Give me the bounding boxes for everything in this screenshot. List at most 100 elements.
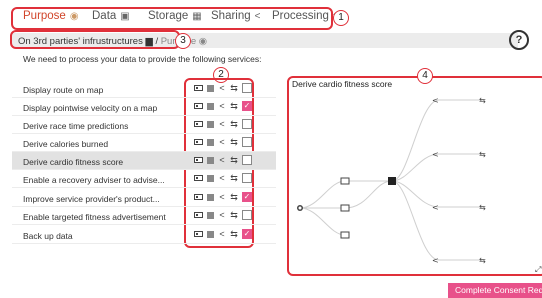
tab-processing[interactable]: Processing ⇆ (272, 10, 341, 22)
share-icon[interactable]: < (218, 230, 226, 239)
expand-icon[interactable]: ⤢ (535, 265, 541, 275)
annotation-badge-4: 4 (417, 68, 433, 84)
storage-icon[interactable] (207, 156, 214, 164)
processing-icon[interactable]: ⇆ (230, 84, 238, 93)
data-card-icon: ▣ (120, 10, 130, 22)
service-icons: < ⇆ ✓ (194, 101, 252, 111)
consent-checkbox[interactable] (242, 83, 252, 93)
processing-icon[interactable]: ⇆ (230, 174, 238, 183)
share-icon[interactable]: < (218, 102, 226, 111)
graph-node-processing-4: ⇆ (479, 256, 486, 265)
annotation-badge-3: 3 (175, 33, 191, 49)
processing-icon[interactable]: ⇆ (230, 230, 238, 239)
row-divider (12, 243, 276, 244)
storage-icon[interactable] (207, 174, 214, 182)
processing-icon[interactable]: ⇆ (230, 102, 238, 111)
consent-checkbox[interactable] (242, 119, 252, 129)
annotation-badge-1: 1 (333, 10, 349, 26)
service-row[interactable]: Enable a recovery adviser to advise... < ⇆ (12, 170, 276, 188)
storage-icon[interactable] (207, 84, 214, 92)
consent-checkbox[interactable] (242, 173, 252, 183)
data-card-icon[interactable] (194, 85, 203, 91)
tab-storage-label: Storage (148, 10, 189, 22)
data-card-icon[interactable] (194, 103, 203, 109)
share-icon[interactable]: < (218, 138, 226, 147)
processing-icon[interactable]: ⇆ (230, 120, 238, 129)
share-icon[interactable]: < (218, 174, 226, 183)
breadcrumb-root[interactable]: On 3rd parties' infrustructures (18, 36, 143, 47)
target-icon: ◉ (198, 36, 208, 47)
processing-icon[interactable]: ⇆ (230, 193, 238, 202)
processing-icon[interactable]: ⇆ (230, 156, 238, 165)
service-icons: < ⇆ (194, 83, 252, 93)
service-row[interactable]: Derive race time predictions < ⇆ (12, 116, 276, 134)
service-label: Improve service provider's product... (23, 194, 160, 204)
tab-bar: Purpose ◉ Data ▣ Storage ▦ Sharing < Pro… (0, 0, 542, 34)
share-icon[interactable]: < (218, 156, 226, 165)
share-icon: < (254, 10, 261, 22)
storage-icon[interactable] (207, 230, 214, 238)
share-icon[interactable]: < (218, 193, 226, 202)
tab-data-label: Data (92, 10, 117, 22)
share-icon[interactable]: < (218, 120, 226, 129)
consent-checkbox[interactable] (242, 210, 252, 220)
data-card-icon[interactable] (194, 121, 203, 127)
consent-checkbox[interactable] (242, 155, 252, 165)
complete-consent-button[interactable]: Complete Consent Request (448, 283, 542, 298)
service-label: Enable a recovery adviser to advise... (23, 175, 165, 185)
data-card-icon[interactable] (194, 175, 203, 181)
data-card-icon[interactable] (194, 212, 203, 218)
graph-node-processing-1: ⇆ (479, 96, 486, 105)
service-row[interactable]: Back up data < ⇆ ✓ (12, 226, 276, 244)
consent-checkbox[interactable] (242, 137, 252, 147)
tab-data[interactable]: Data ▣ (92, 10, 130, 22)
graph-node-share-3: < (432, 203, 439, 212)
service-row[interactable]: Display route on map < ⇆ (12, 80, 276, 98)
service-row[interactable]: Derive cardio fitness score < ⇆ (12, 152, 276, 170)
data-card-icon[interactable] (194, 231, 203, 237)
consent-checkbox[interactable]: ✓ (242, 192, 252, 202)
storage-icon[interactable] (207, 138, 214, 146)
service-label: Display route on map (23, 85, 104, 95)
storage-icon[interactable] (207, 193, 214, 201)
storage-icon[interactable] (207, 102, 214, 110)
processing-icon[interactable]: ⇆ (230, 138, 238, 147)
service-row[interactable]: Derive calories burned < ⇆ (12, 134, 276, 152)
graph-node-processing-2: ⇆ (479, 150, 486, 159)
tab-purpose[interactable]: Purpose ◉ (23, 10, 79, 22)
processing-icon[interactable]: ⇆ (230, 211, 238, 220)
graph-node-data-1 (340, 177, 350, 185)
tab-processing-label: Processing (272, 10, 329, 22)
share-icon[interactable]: < (218, 211, 226, 220)
graph-title: Derive cardio fitness score (292, 79, 393, 89)
help-icon[interactable]: ? (509, 30, 529, 50)
service-icons: < ⇆ (194, 155, 252, 165)
service-row[interactable]: Improve service provider's product... < ⇆ ✓ (12, 189, 276, 207)
storage-icon[interactable] (207, 211, 214, 219)
share-icon[interactable]: < (218, 84, 226, 93)
graph-node-share-4: < (432, 256, 439, 265)
data-card-icon[interactable] (194, 157, 203, 163)
consent-checkbox[interactable]: ✓ (242, 101, 252, 111)
tab-storage[interactable]: Storage ▦ (148, 10, 202, 22)
storage-icon: ▦ (192, 10, 202, 22)
service-row[interactable]: Enable targeted fitness advertisement < ⇆ (12, 207, 276, 225)
service-icons: < ⇆ ✓ (194, 229, 252, 239)
graph-node-storage (388, 177, 396, 185)
data-card-icon[interactable] (194, 194, 203, 200)
storage-icon[interactable] (207, 120, 214, 128)
data-card-icon[interactable] (194, 139, 203, 145)
breadcrumb-separator: / (155, 36, 159, 47)
consent-checkbox[interactable]: ✓ (242, 229, 252, 239)
intro-text: We need to process your data to provide … (23, 54, 262, 64)
row-divider (12, 187, 276, 188)
service-row[interactable]: Display pointwise velocity on a map < ⇆ ✓ (12, 98, 276, 116)
service-label: Display pointwise velocity on a map (23, 103, 158, 113)
service-icons: < ⇆ (194, 210, 252, 220)
storage-icon: ▆ (145, 36, 153, 47)
row-divider (12, 224, 276, 225)
tab-purpose-label: Purpose (23, 10, 66, 22)
tab-sharing[interactable]: Sharing < (211, 10, 260, 22)
graph-node-data-2 (340, 204, 350, 212)
service-icons: < ⇆ (194, 119, 252, 129)
